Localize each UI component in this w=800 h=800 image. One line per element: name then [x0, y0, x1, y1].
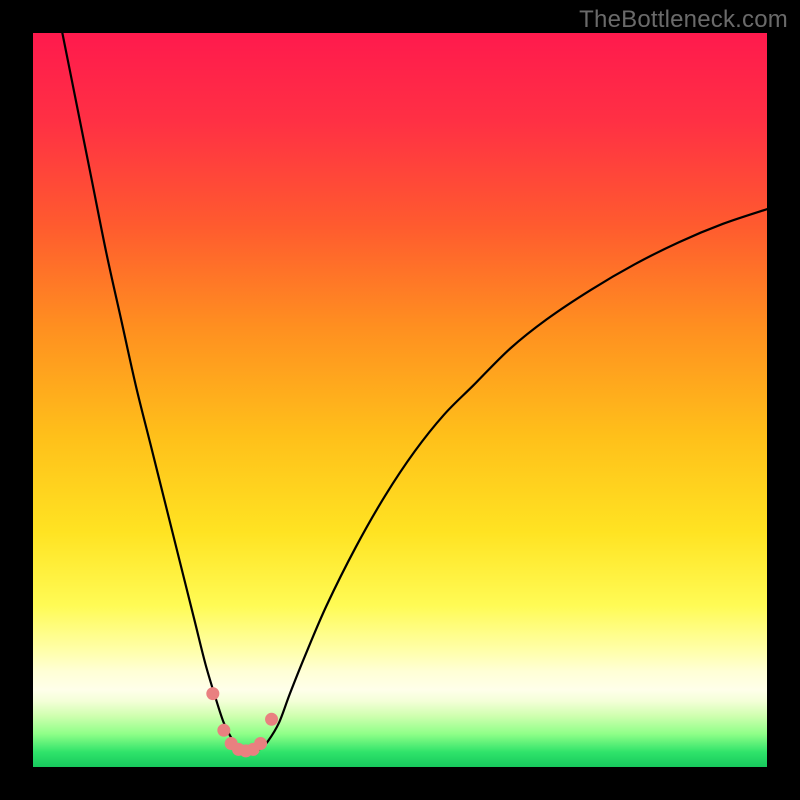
highlight-marker: [265, 713, 278, 726]
chart-frame: TheBottleneck.com: [0, 0, 800, 800]
highlight-marker: [254, 737, 267, 750]
watermark-text: TheBottleneck.com: [579, 6, 788, 34]
bottleneck-curve: [62, 33, 767, 753]
highlight-marker: [217, 724, 230, 737]
plot-area: [33, 33, 767, 767]
highlight-marker: [206, 687, 219, 700]
highlight-markers: [206, 687, 278, 757]
curve-layer: [33, 33, 767, 767]
